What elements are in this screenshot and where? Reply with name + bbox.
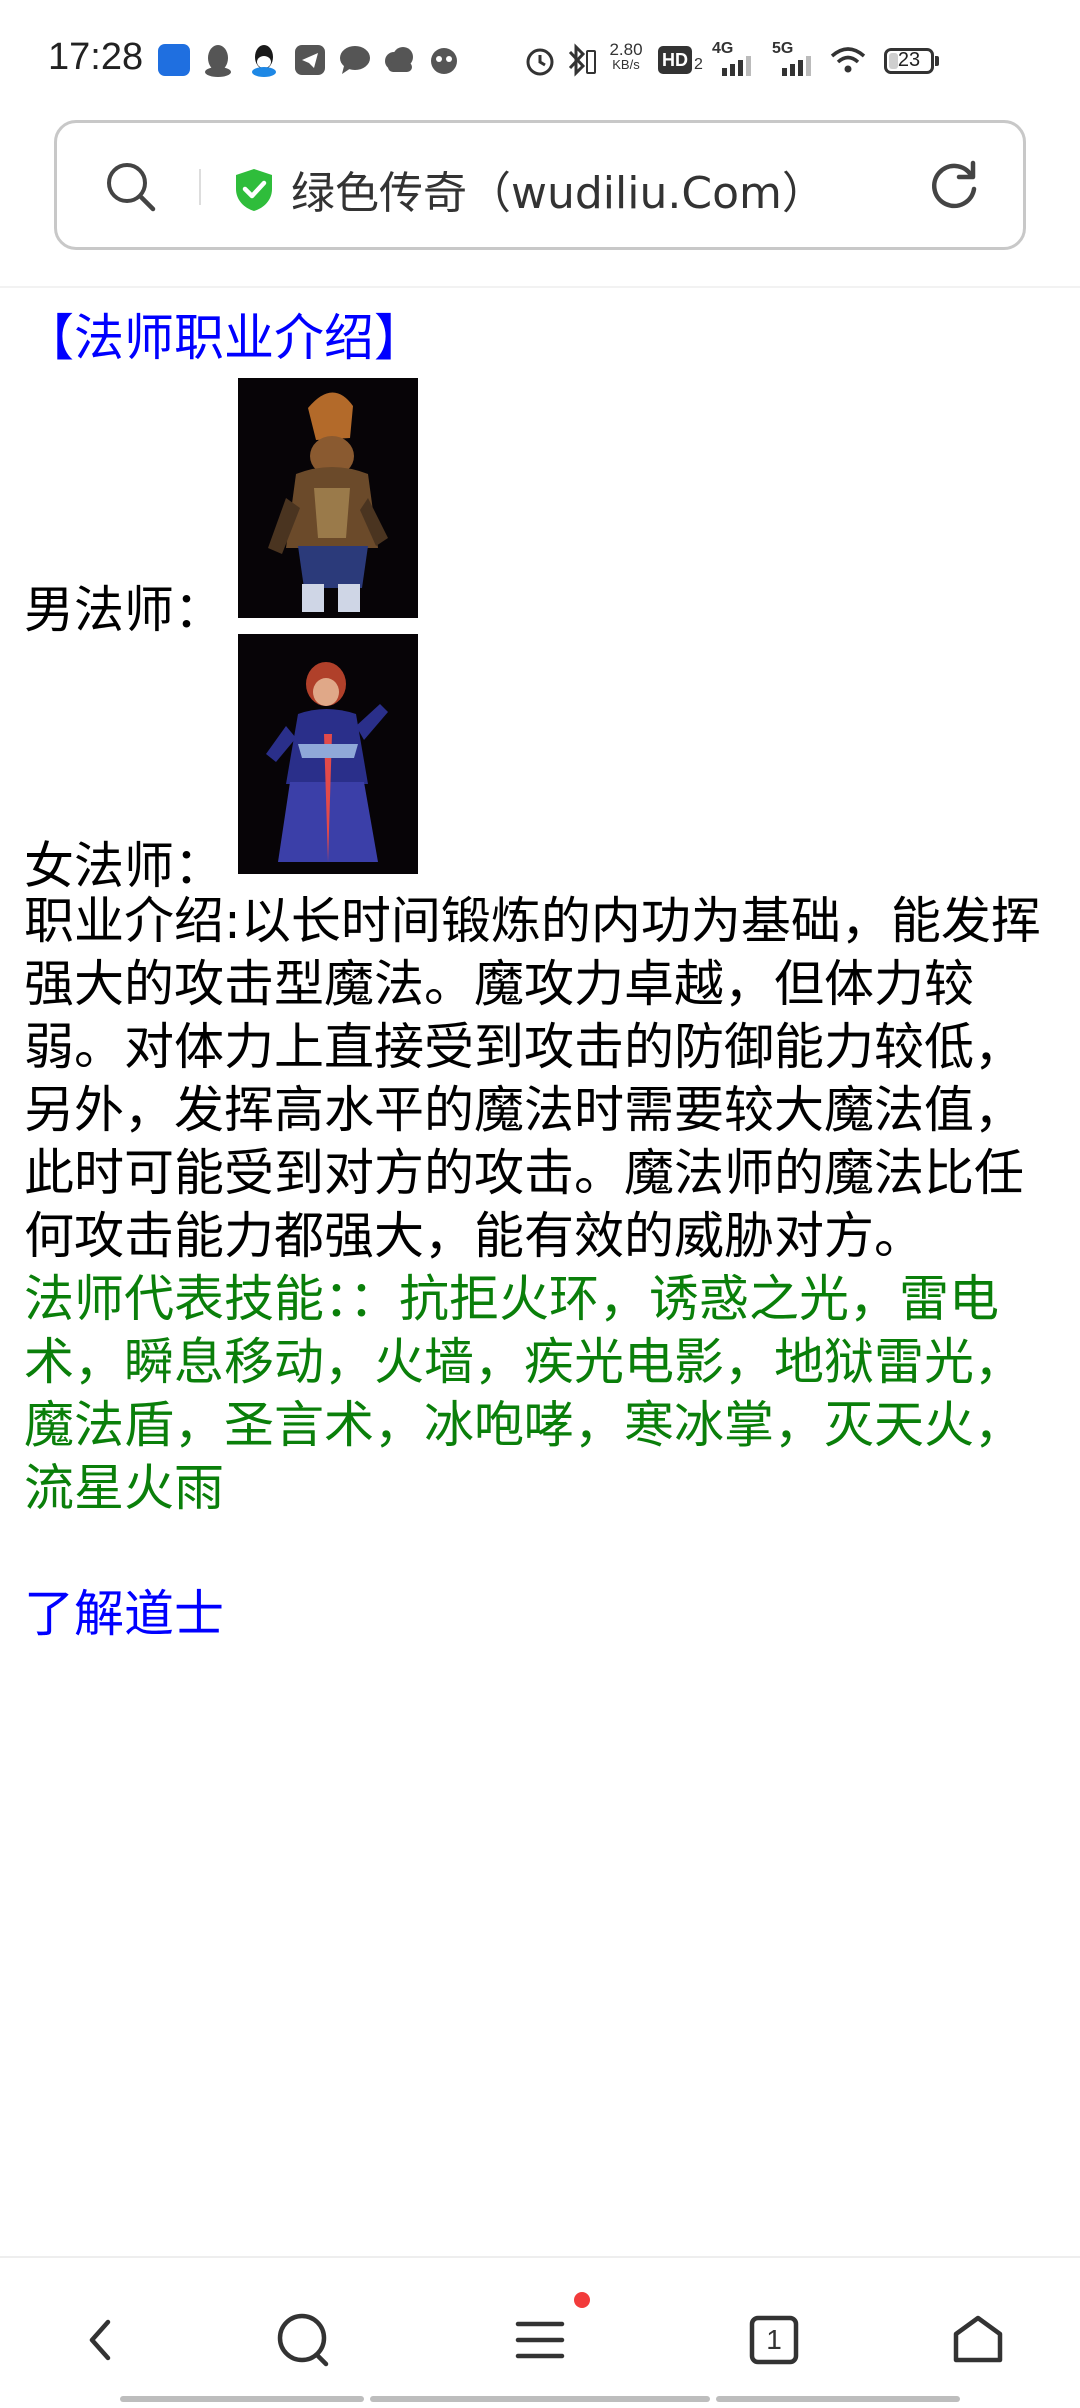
search-icon: [277, 2313, 329, 2367]
home-button[interactable]: [928, 2290, 1028, 2390]
back-icon: [89, 2319, 111, 2361]
vibrate-icon: [586, 50, 596, 74]
telegram-icon: [294, 44, 326, 80]
page-heading[interactable]: 【法师职业介绍】: [24, 298, 1056, 378]
female-mage-label: 女法师：: [24, 837, 224, 895]
network-speed-value: 2.80: [609, 40, 643, 59]
gesture-bar-right: [716, 2396, 960, 2402]
network-speed: 2.80 KB/s: [604, 40, 648, 72]
home-icon: [953, 2315, 1003, 2363]
battery-tip: [935, 56, 939, 66]
hd-indicator-sub: 2: [694, 56, 703, 73]
alarm-icon: [524, 44, 556, 80]
battery-icon: 23: [884, 48, 934, 74]
page-content: 【法师职业介绍】 男法师： 女法师： 职业介绍:以长时间锻炼的内功为基础，能发挥…: [24, 298, 1056, 1646]
address-divider: [199, 169, 201, 205]
tab-count: 1: [766, 2324, 782, 2355]
search-button[interactable]: [254, 2290, 354, 2390]
network-speed-unit: KB/s: [612, 57, 640, 72]
status-time: 17:28: [48, 36, 144, 78]
refresh-icon[interactable]: [927, 159, 981, 217]
bottom-nav-divider: [0, 2256, 1080, 2258]
chat-icon: [338, 44, 372, 80]
back-button[interactable]: [52, 2290, 152, 2390]
app-notification-icon: [158, 44, 190, 76]
header-divider: [0, 286, 1080, 288]
class-description: 职业介绍:以长时间锻炼的内功为基础，能发挥强大的攻击型魔法。魔攻力卓越，但体力较…: [24, 892, 1041, 1265]
pet-app-icon: [428, 44, 460, 80]
male-mage-row: 男法师：: [24, 378, 1056, 639]
gesture-bar-center: [370, 2396, 710, 2402]
learn-taoist-link[interactable]: 了解道士: [24, 1583, 224, 1646]
qq-icon: [204, 44, 232, 82]
bluetooth-icon: [566, 42, 588, 82]
address-title[interactable]: 绿色传奇（wudiliu.Com）: [291, 157, 826, 221]
female-mage-image: [238, 634, 418, 874]
cloud-icon: [382, 46, 416, 78]
security-shield-icon: [233, 167, 275, 217]
wifi-icon: [830, 46, 866, 78]
male-mage-image: [238, 378, 418, 618]
battery-level: 23: [897, 49, 921, 71]
qq-color-icon: [250, 44, 278, 82]
female-mage-row: 女法师：: [24, 634, 1056, 895]
status-bar: 17:28 2.80 KB/s HD 2 4G 5G 23: [0, 0, 1080, 120]
signal-4g-icon: [722, 56, 756, 80]
male-mage-label: 男法师：: [24, 581, 224, 639]
menu-icon: [515, 2321, 565, 2359]
gesture-bar-left: [120, 2396, 364, 2402]
tabs-button[interactable]: 1: [724, 2290, 824, 2390]
skills-list: 法师代表技能：：抗拒火环，诱惑之光，雷电术，瞬息移动，火墙，疾光电影，地狱雷光，…: [24, 1270, 1024, 1517]
signal-5g-icon: [782, 56, 816, 80]
menu-notification-dot: [574, 2292, 590, 2308]
hd-indicator: HD: [658, 46, 692, 74]
address-bar[interactable]: 绿色传奇（wudiliu.Com）: [54, 120, 1026, 250]
search-icon[interactable]: [103, 159, 157, 217]
